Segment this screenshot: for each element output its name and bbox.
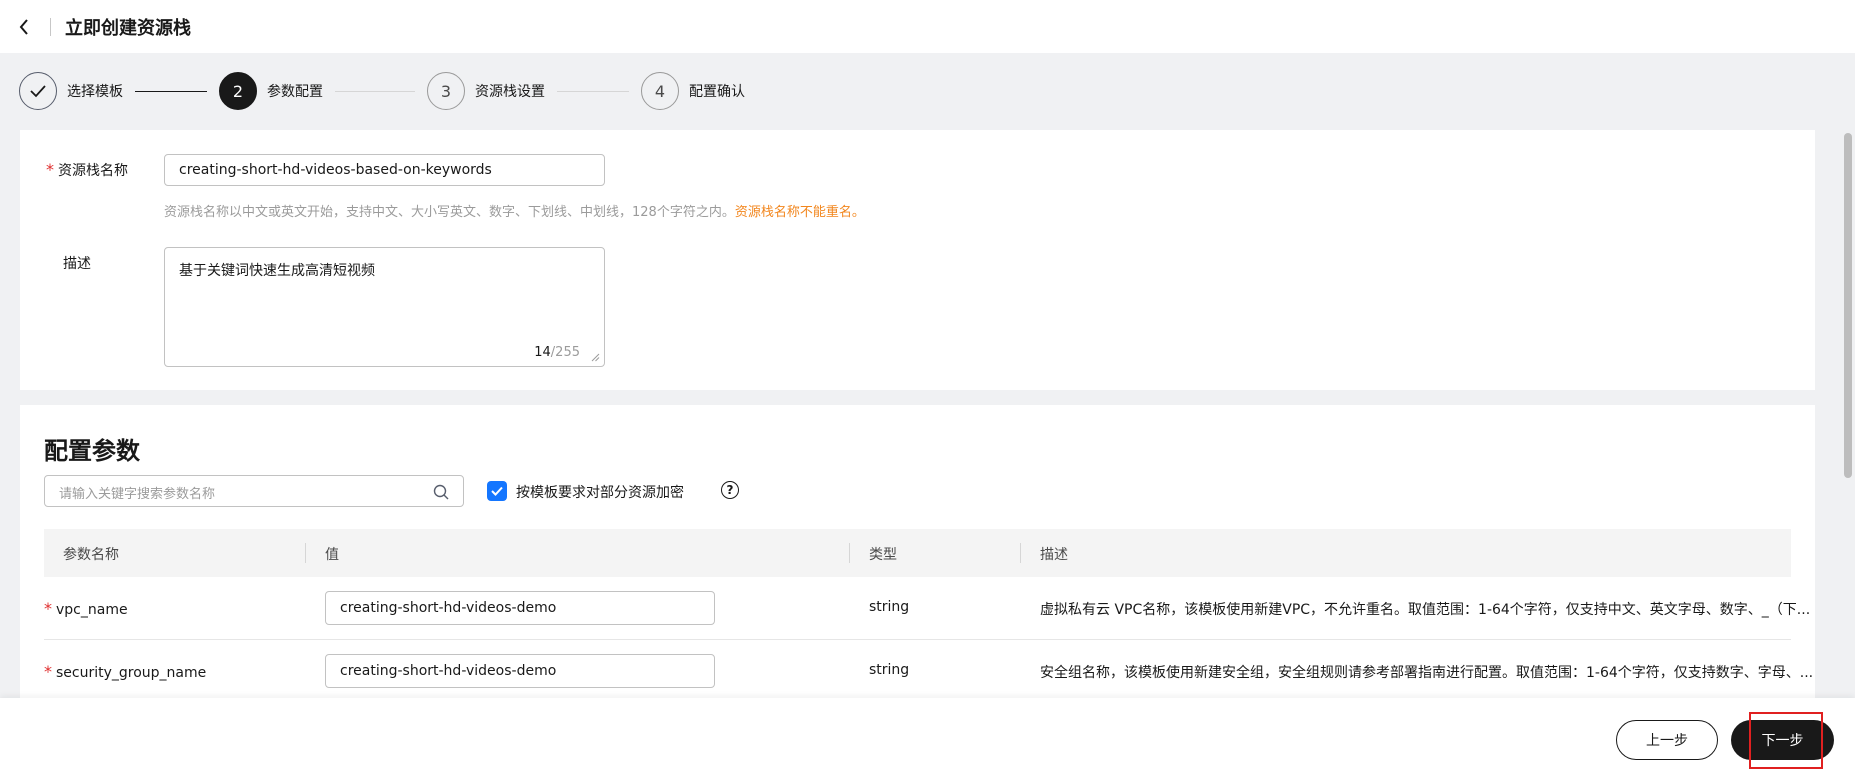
col-header-name: 参数名称 <box>63 547 119 563</box>
top-bar: 立即创建资源栈 <box>0 0 1855 53</box>
step-2-label: 参数配置 <box>267 84 323 100</box>
stack-name-warning: 资源栈名称不能重名。 <box>734 205 865 220</box>
step-4-number: 4 <box>641 72 679 110</box>
encrypt-checkbox[interactable] <box>487 481 507 501</box>
param-value-input[interactable]: creating-short-hd-videos-demo <box>325 654 715 688</box>
col-header-value: 值 <box>325 547 339 563</box>
param-type: string <box>869 662 910 678</box>
search-placeholder: 请输入关键字搜索参数名称 <box>59 487 216 502</box>
basic-info-card: * 资源栈名称 creating-short-hd-videos-based-on… <box>20 130 1815 390</box>
step-2: 2 参数配置 <box>219 72 323 110</box>
table-header: 参数名称 值 类型 描述 <box>44 529 1791 577</box>
footer-bar: 上一步 下一步 <box>0 698 1855 782</box>
check-icon <box>491 486 503 496</box>
col-header-type: 类型 <box>869 547 897 563</box>
stepper: 选择模板 2 参数配置 3 资源栈设置 4 配置确认 <box>19 71 745 111</box>
step-4: 4 配置确认 <box>641 72 745 110</box>
param-description: 安全组名称，该模板使用新建安全组，安全组规则请参考部署指南进行配置。取值范围：1… <box>1040 665 1814 681</box>
step-3: 3 资源栈设置 <box>427 72 545 110</box>
previous-step-button[interactable]: 上一步 <box>1616 720 1718 760</box>
highlight-annotation <box>1749 712 1823 769</box>
description-label: 描述 <box>63 256 91 272</box>
step-connector-2 <box>335 90 415 92</box>
table-row: * security_group_name creating-short-hd-v… <box>44 640 1813 703</box>
page-title: 立即创建资源栈 <box>65 17 191 39</box>
param-description: 虚拟私有云 VPC名称，该模板使用新建VPC，不允许重名。取值范围：1-64个字… <box>1040 602 1811 618</box>
step-connector-3 <box>557 90 629 92</box>
help-icon[interactable]: ? <box>721 481 739 499</box>
param-type: string <box>869 599 910 615</box>
param-value-input[interactable]: creating-short-hd-videos-demo <box>325 591 715 625</box>
required-marker: * <box>46 160 54 179</box>
stack-name-label: * 资源栈名称 <box>46 160 128 179</box>
column-divider[interactable] <box>1020 543 1021 563</box>
description-counter: 14/255 <box>534 345 580 360</box>
section-title: 配置参数 <box>44 437 140 465</box>
param-name: * vpc_name <box>44 599 128 618</box>
column-divider[interactable] <box>849 543 850 563</box>
table-row: * vpc_name creating-short-hd-videos-demo … <box>44 577 1810 640</box>
parameters-table: 参数名称 值 类型 描述 * vpc_name creating-short-hd… <box>44 529 1813 703</box>
step-3-number: 3 <box>427 72 465 110</box>
step-4-label: 配置确认 <box>689 84 745 100</box>
step-1-label: 选择模板 <box>67 84 123 100</box>
back-icon[interactable] <box>14 17 34 37</box>
encrypt-label[interactable]: 按模板要求对部分资源加密 <box>516 482 684 502</box>
stack-name-hint: 资源栈名称以中文或英文开始，支持中文、大小写英文、数字、下划线、中划线，128个… <box>164 205 865 220</box>
step-1-check-icon <box>19 72 57 110</box>
step-1: 选择模板 <box>19 72 123 110</box>
param-name: * security_group_name <box>44 662 207 681</box>
col-header-desc: 描述 <box>1040 547 1068 563</box>
column-divider[interactable] <box>305 543 306 563</box>
description-value: 基于关键词快速生成高清短视频 <box>179 263 375 279</box>
step-2-number: 2 <box>219 72 257 110</box>
vertical-scrollbar[interactable] <box>1844 133 1852 478</box>
resize-handle-icon[interactable] <box>591 353 600 362</box>
parameter-search-input[interactable]: 请输入关键字搜索参数名称 <box>44 475 464 507</box>
title-divider <box>50 17 51 36</box>
step-3-label: 资源栈设置 <box>475 84 545 100</box>
stack-name-input[interactable]: creating-short-hd-videos-based-on-keywor… <box>164 154 605 186</box>
search-icon[interactable] <box>433 484 449 500</box>
description-textarea[interactable]: 基于关键词快速生成高清短视频 14/255 <box>164 247 605 367</box>
step-connector-1 <box>135 90 207 92</box>
parameters-card: 配置参数 请输入关键字搜索参数名称 按模板要求对部分资源加密 ? 参数名称 值 … <box>20 405 1815 705</box>
